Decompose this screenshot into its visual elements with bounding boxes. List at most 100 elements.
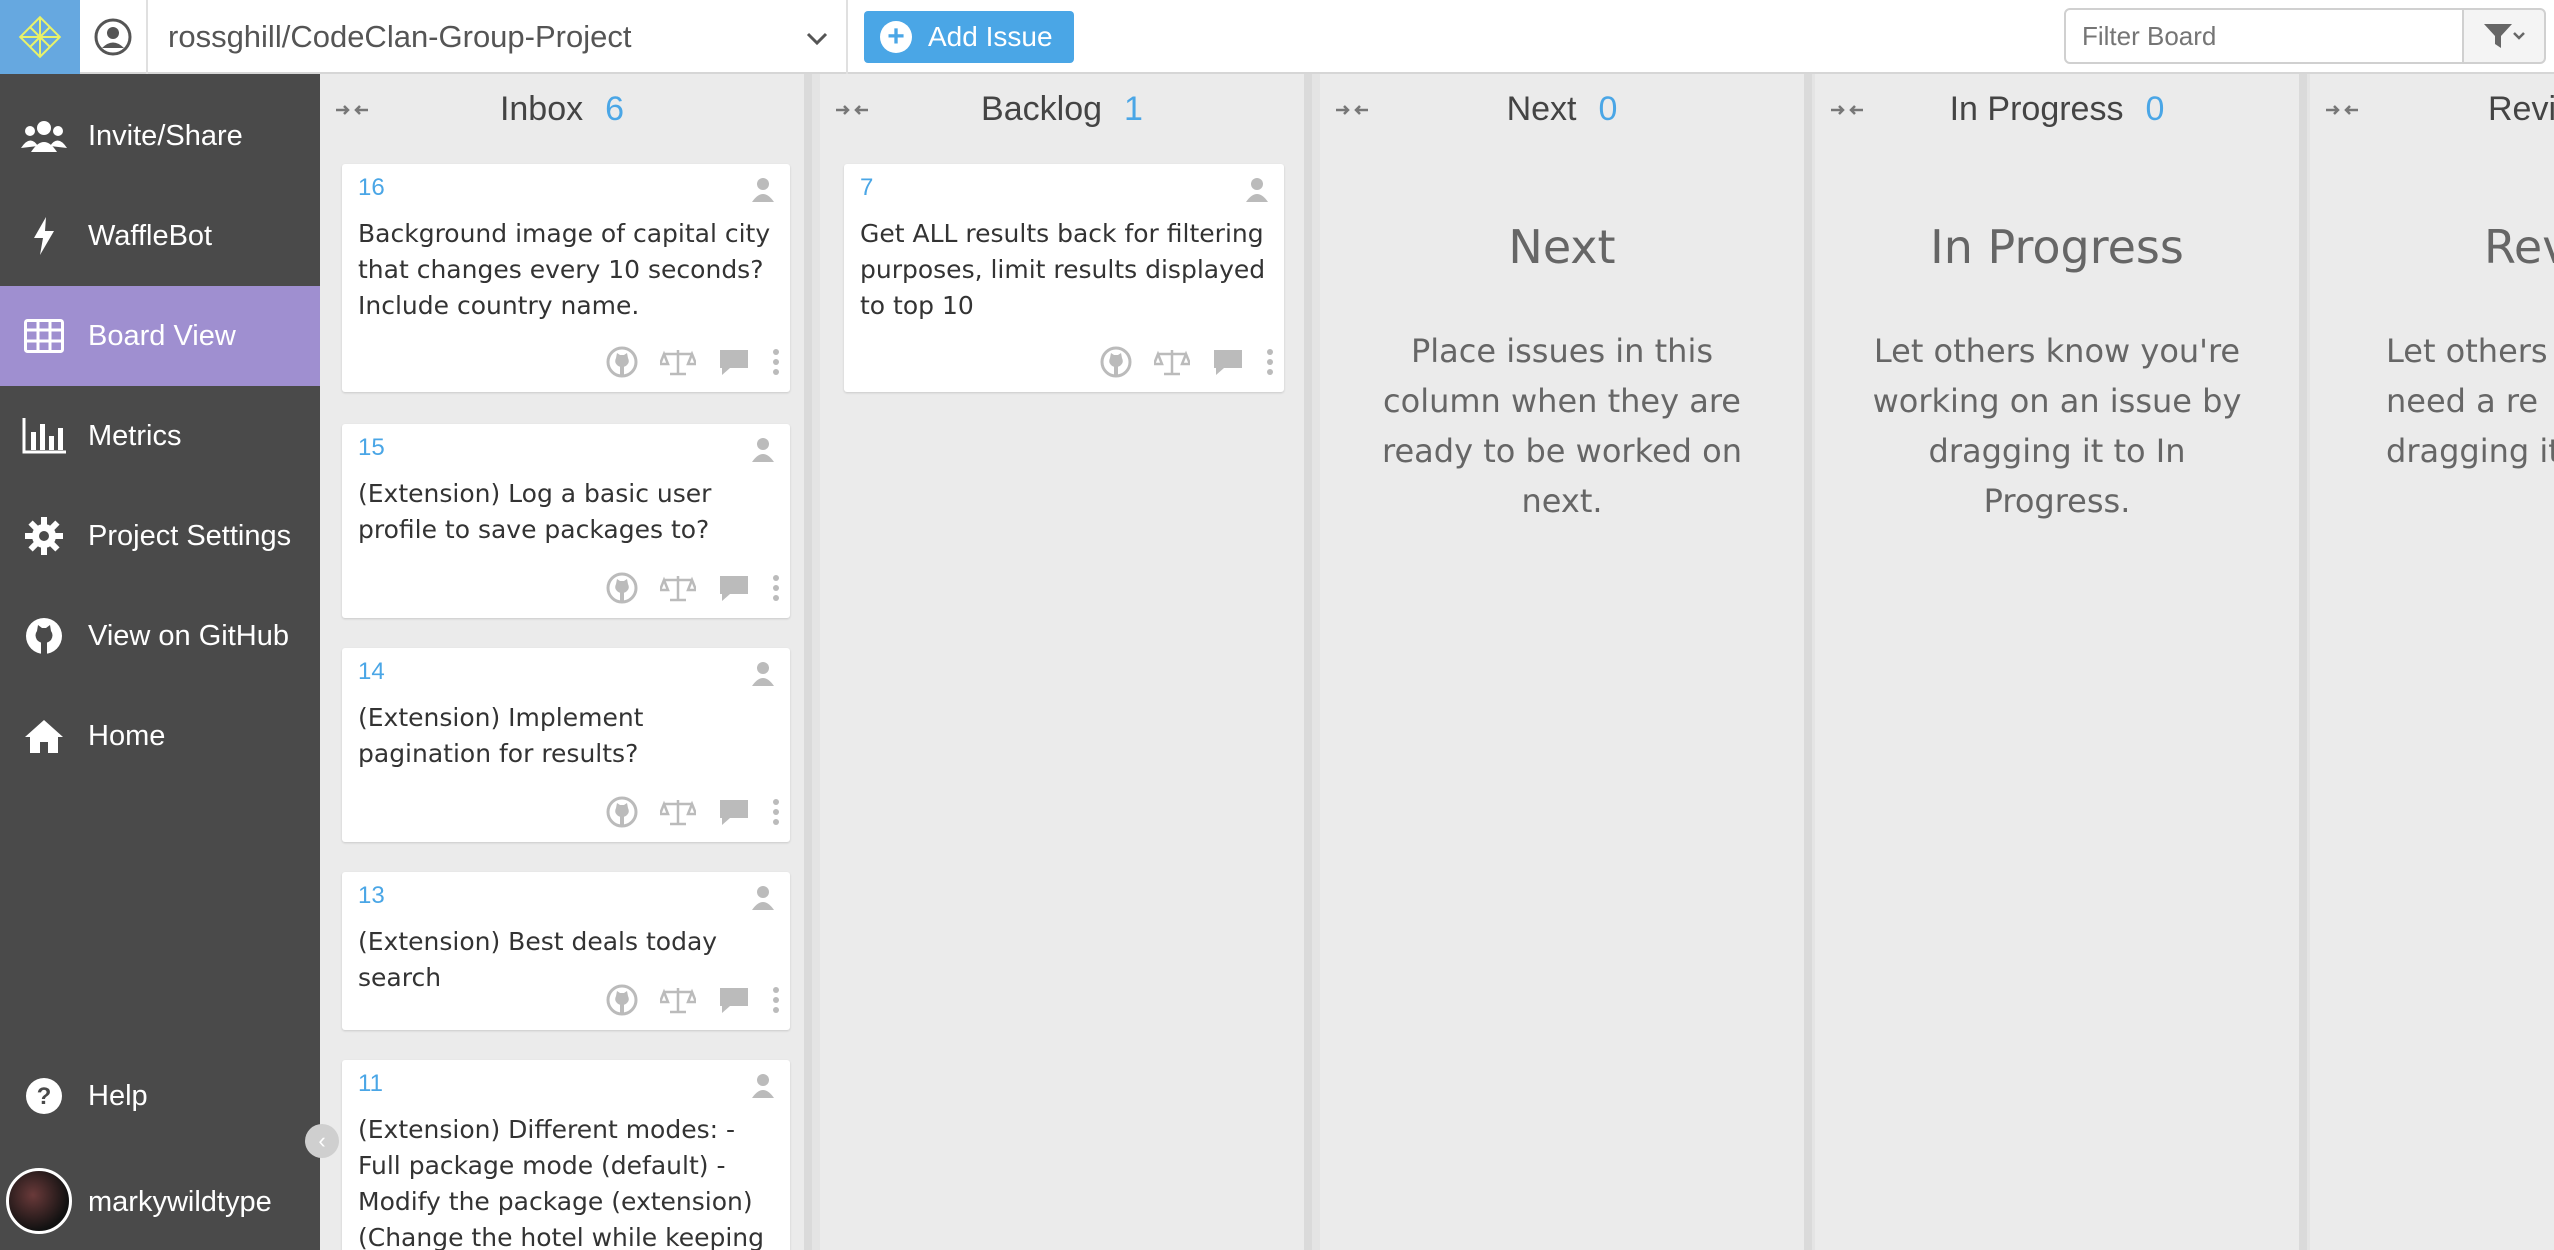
- sidebar-item-home[interactable]: Home: [0, 686, 320, 786]
- column-review: Revi Revi Let others need a re dragging …: [2310, 74, 2554, 1250]
- issue-number[interactable]: 16: [358, 174, 385, 202]
- column-in-progress: In Progress 0 In Progress Let others kno…: [1815, 74, 2307, 1250]
- users-icon: [0, 118, 88, 154]
- add-issue-label: Add Issue: [928, 21, 1053, 52]
- assignee-icon[interactable]: [750, 176, 776, 202]
- column-header: Inbox 6: [320, 74, 804, 144]
- card-actions: [606, 796, 780, 828]
- issue-card[interactable]: 11 (Extension) Different modes: - Full p…: [342, 1060, 790, 1250]
- github-icon[interactable]: [606, 572, 638, 604]
- username: markywildtype: [88, 1185, 272, 1218]
- column-header: Revi: [2310, 74, 2554, 144]
- assignee-icon[interactable]: [750, 884, 776, 910]
- filter-funnel-icon: [2484, 24, 2525, 48]
- issue-title: Get ALL results back for filtering purpo…: [860, 219, 1266, 320]
- github-icon[interactable]: [606, 346, 638, 378]
- issue-number[interactable]: 13: [358, 882, 385, 910]
- board: Inbox 6 16 Background image of capital c…: [320, 74, 2554, 1250]
- more-options-icon[interactable]: [772, 798, 780, 826]
- repo-selector[interactable]: rossghill/CodeClan-Group-Project: [148, 0, 848, 74]
- issue-number[interactable]: 14: [358, 658, 385, 686]
- sidebar-item-invite-share[interactable]: Invite/Share: [0, 86, 320, 186]
- issue-card[interactable]: 13 (Extension) Best deals today search: [342, 872, 790, 1030]
- empty-column-title: Revi: [2484, 220, 2554, 274]
- filter-button[interactable]: [2462, 8, 2546, 64]
- sidebar-item-board-view[interactable]: Board View: [0, 286, 320, 386]
- sidebar-item-metrics[interactable]: Metrics: [0, 386, 320, 486]
- assignee-icon[interactable]: [750, 436, 776, 462]
- sidebar-item-view-on-github[interactable]: View on GitHub: [0, 586, 320, 686]
- avatar[interactable]: [6, 1168, 72, 1234]
- top-bar: rossghill/CodeClan-Group-Project + Add I…: [0, 0, 2554, 74]
- repo-name: rossghill/CodeClan-Group-Project: [168, 19, 632, 54]
- assignee-icon[interactable]: [750, 1072, 776, 1098]
- comment-icon[interactable]: [718, 986, 750, 1014]
- issue-number[interactable]: 11: [358, 1070, 383, 1098]
- column-count: 6: [605, 89, 625, 128]
- collapse-column-icon[interactable]: [834, 102, 870, 118]
- waffle-logo[interactable]: [0, 0, 80, 74]
- filter-board-input[interactable]: [2064, 8, 2464, 64]
- github-icon[interactable]: [606, 984, 638, 1016]
- card-actions: [606, 984, 780, 1016]
- sidebar-item-label: Metrics: [88, 419, 182, 452]
- plus-circle-icon: +: [880, 21, 912, 53]
- scale-icon[interactable]: [660, 986, 696, 1014]
- help-label: Help: [88, 1079, 148, 1112]
- comment-icon[interactable]: [718, 574, 750, 602]
- github-icon[interactable]: [606, 796, 638, 828]
- user-circle-icon: [94, 18, 132, 56]
- column-title: Next: [1506, 89, 1577, 128]
- scale-icon[interactable]: [660, 574, 696, 602]
- issue-number[interactable]: 7: [860, 174, 873, 202]
- issue-title: (Extension) Implement pagination for res…: [358, 703, 644, 768]
- column-inbox: Inbox 6 16 Background image of capital c…: [320, 74, 812, 1250]
- sidebar-item-wafflebot[interactable]: WaffleBot: [0, 186, 320, 286]
- sidebar-item-label: View on GitHub: [88, 619, 289, 652]
- empty-column-text: Let others need a re dragging it: [2386, 332, 2554, 470]
- issue-number[interactable]: 15: [358, 434, 385, 462]
- comment-icon[interactable]: [718, 348, 750, 376]
- sidebar-item-project-settings[interactable]: Project Settings: [0, 486, 320, 586]
- comment-icon[interactable]: [718, 798, 750, 826]
- more-options-icon[interactable]: [772, 574, 780, 602]
- github-icon: [0, 617, 88, 655]
- issue-title: (Extension) Log a basic user profile to …: [358, 479, 712, 544]
- column-header: Next 0: [1320, 74, 1804, 144]
- issue-card[interactable]: 15 (Extension) Log a basic user profile …: [342, 424, 790, 618]
- column-next: Next 0 Next Place issues in this column …: [1320, 74, 1812, 1250]
- repo-owner-avatar[interactable]: [80, 0, 148, 74]
- lightning-icon: [0, 217, 88, 255]
- issue-title: Background image of capital city that ch…: [358, 219, 771, 320]
- column-title: Backlog: [981, 89, 1103, 128]
- collapse-column-icon[interactable]: [2324, 102, 2360, 118]
- assignee-icon[interactable]: [750, 660, 776, 686]
- waffle-logo-icon: [18, 15, 62, 59]
- sidebar-item-label: Board View: [88, 319, 236, 352]
- scale-icon[interactable]: [660, 798, 696, 826]
- sidebar: Invite/Share WaffleBot Board View Metric…: [0, 74, 320, 1250]
- collapse-column-icon[interactable]: [334, 102, 370, 118]
- issue-card[interactable]: 7 Get ALL results back for filtering pur…: [844, 164, 1284, 392]
- issue-card[interactable]: 14 (Extension) Implement pagination for …: [342, 648, 790, 842]
- table-icon: [0, 319, 88, 353]
- github-icon[interactable]: [1100, 346, 1132, 378]
- more-options-icon[interactable]: [772, 986, 780, 1014]
- scale-icon[interactable]: [1154, 348, 1190, 376]
- column-count: 1: [1124, 89, 1143, 128]
- collapse-column-icon[interactable]: [1334, 102, 1370, 118]
- collapse-column-icon[interactable]: [1829, 102, 1865, 118]
- collapse-sidebar-button[interactable]: ‹: [305, 1124, 339, 1158]
- more-options-icon[interactable]: [772, 348, 780, 376]
- sidebar-item-help[interactable]: ? Help: [0, 1046, 320, 1146]
- assignee-icon[interactable]: [1244, 176, 1270, 202]
- sidebar-item-label: Project Settings: [88, 519, 292, 552]
- column-title: In Progress: [1949, 89, 2124, 128]
- scale-icon[interactable]: [660, 348, 696, 376]
- card-actions: [606, 572, 780, 604]
- add-issue-button[interactable]: + Add Issue: [864, 11, 1074, 63]
- more-options-icon[interactable]: [1266, 348, 1274, 376]
- app-root: rossghill/CodeClan-Group-Project + Add I…: [0, 0, 2554, 1250]
- issue-card[interactable]: 16 Background image of capital city that…: [342, 164, 790, 392]
- comment-icon[interactable]: [1212, 348, 1244, 376]
